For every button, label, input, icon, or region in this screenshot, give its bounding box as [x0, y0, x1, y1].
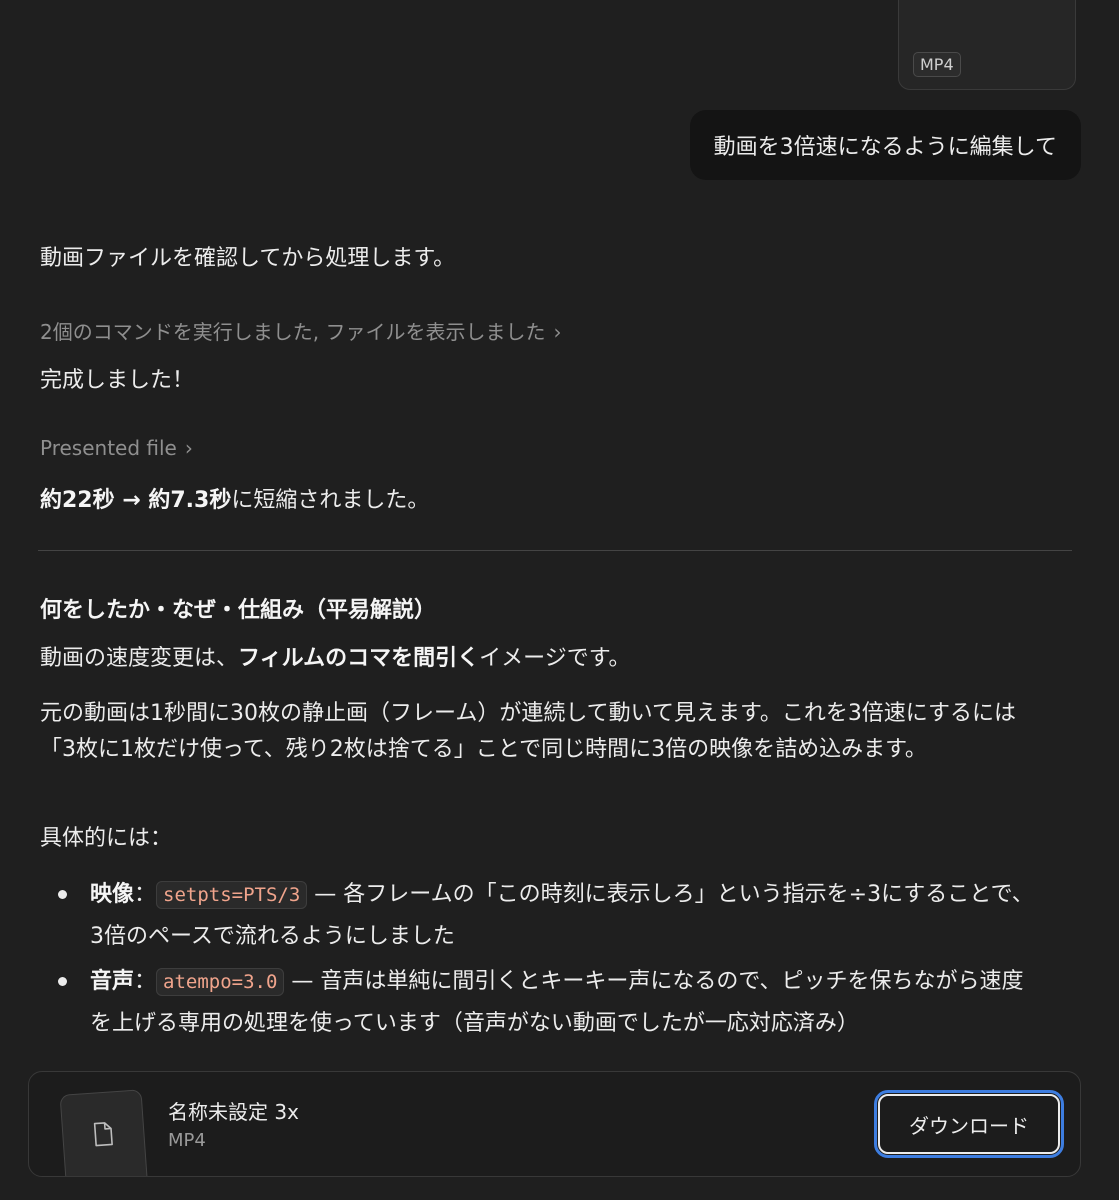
paragraph-3: 具体的には： — [40, 826, 173, 851]
paragraph-1: 動画の速度変更は、フィルムのコマを間引くイメージです。 — [40, 641, 1040, 677]
result-bold: 約22秒 → 約7.3秒 — [40, 488, 232, 513]
list-item-audio: 音声： atempo=3.0 — 音声は単純に間引くとキーキー声になるので、ピッチ… — [58, 961, 1040, 1045]
inline-code: atempo=3.0 — [156, 968, 285, 996]
file-preview — [59, 1089, 149, 1176]
chat-page: MP4 動画を3倍速になるように編集して 動画ファイルを確認してから処理します。… — [0, 0, 1119, 1200]
file-name: 名称未設定 3x — [168, 1100, 299, 1124]
p1-bold: フィルムのコマを間引く — [238, 646, 480, 671]
document-icon — [93, 1122, 113, 1147]
result-rest: に短縮されました。 — [231, 488, 430, 513]
presented-file-toggle[interactable]: Presented file › — [40, 436, 193, 460]
divider — [38, 550, 1072, 551]
bullet-label: 音声 — [90, 969, 135, 994]
p1-prefix: 動画の速度変更は、 — [40, 646, 239, 671]
inline-code: setpts=PTS/3 — [156, 881, 308, 909]
paragraph-2: 元の動画は1秒間に30枚の静止画（フレーム）が連続して動いて見えます。これを3倍… — [40, 701, 1017, 762]
bullet-colon: ： — [134, 882, 157, 907]
tool-summary-label: 2個のコマンドを実行しました, ファイルを表示しました — [40, 320, 546, 344]
file-type: MP4 — [168, 1130, 206, 1151]
result-summary: 約22秒 → 約7.3秒に短縮されました。 — [40, 482, 429, 514]
chevron-right-icon: › — [184, 436, 193, 460]
bullet-colon: ： — [134, 969, 157, 994]
list-item-video: 映像： setpts=PTS/3 — 各フレームの「この時刻に表示しろ」という指示… — [58, 874, 1040, 958]
download-button[interactable]: ダウンロード — [874, 1090, 1064, 1158]
bullet-dot — [58, 890, 67, 899]
tool-summary-toggle[interactable]: 2個のコマンドを実行しました, ファイルを表示しました › — [40, 316, 561, 345]
attachment-type-badge: MP4 — [913, 52, 961, 77]
p1-suffix: イメージです。 — [479, 646, 631, 671]
assistant-intro: 動画ファイルを確認してから処理します。 — [40, 246, 456, 271]
chevron-right-icon: › — [553, 320, 562, 344]
section-heading: 何をしたか・なぜ・仕組み（平易解説） — [40, 592, 436, 624]
bullet-label: 映像 — [90, 882, 135, 907]
user-message-bubble: 動画を3倍速になるように編集して — [689, 110, 1081, 180]
section-heading-text: 何をしたか・なぜ・仕組み（平易解説） — [40, 598, 437, 623]
assistant-done: 完成しました！ — [40, 368, 195, 393]
video-attachment-thumbnail[interactable]: MP4 — [898, 0, 1076, 90]
bullet-dot — [58, 977, 67, 986]
presented-file-label: Presented file — [40, 436, 177, 460]
file-card[interactable]: 名称未設定 3x MP4 ダウンロード — [28, 1071, 1081, 1177]
